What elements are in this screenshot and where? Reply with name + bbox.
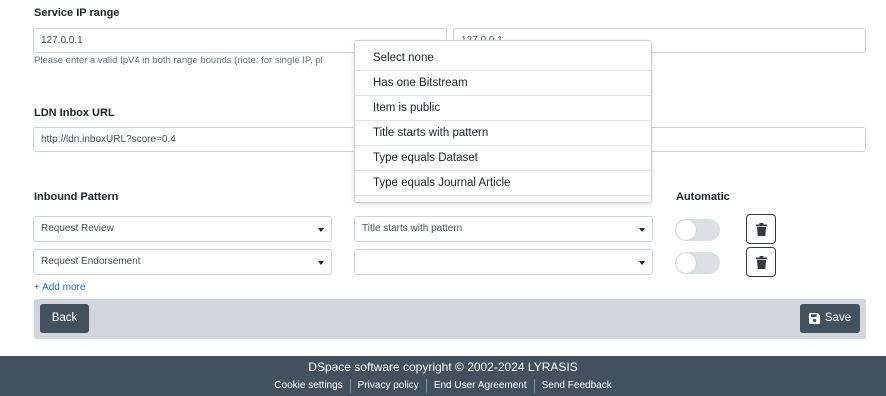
toggle-knob bbox=[676, 253, 696, 273]
dropdown-option-item-is-public[interactable]: Item is public bbox=[355, 96, 651, 121]
automatic-toggle-2[interactable] bbox=[675, 252, 720, 274]
delete-row-button-2[interactable] bbox=[746, 247, 776, 277]
automatic-toggle-1[interactable] bbox=[675, 219, 720, 241]
dropdown-option-select-none[interactable]: Select none bbox=[355, 46, 651, 71]
pattern-select-1-value: Request Review bbox=[41, 223, 114, 234]
ldn-inbox-label: LDN Inbox URL bbox=[34, 107, 115, 119]
save-label: Save bbox=[824, 312, 852, 324]
constraint-select-2[interactable] bbox=[354, 249, 653, 275]
caret-down-icon bbox=[318, 261, 324, 265]
trash-icon bbox=[755, 255, 767, 269]
footer-link-privacy-policy[interactable]: Privacy policy bbox=[349, 379, 426, 393]
dropdown-option-title-starts-with-pattern[interactable]: Title starts with pattern bbox=[355, 121, 651, 146]
ip-hint: Please enter a valid IpV4 in both range … bbox=[34, 55, 323, 66]
dropdown-option-has-one-bitstream[interactable]: Has one Bitstream bbox=[355, 71, 651, 96]
footer-copyright: DSpace software copyright © 2002-2024 LY… bbox=[308, 360, 578, 374]
inbound-pattern-label: Inbound Pattern bbox=[34, 191, 119, 203]
dropdown-option-type-equals-dataset[interactable]: Type equals Dataset bbox=[355, 146, 651, 171]
pattern-select-2[interactable]: Request Endorsement bbox=[33, 249, 332, 275]
add-more-link[interactable]: + Add more bbox=[34, 282, 85, 293]
caret-down-icon bbox=[639, 261, 645, 265]
toggle-knob bbox=[676, 220, 696, 240]
back-button[interactable]: Back bbox=[40, 304, 89, 333]
caret-down-icon bbox=[318, 228, 324, 232]
form-action-bar: Back Save bbox=[34, 299, 866, 339]
pattern-select-2-value: Request Endorsement bbox=[41, 256, 141, 267]
footer-link-end-user-agreement[interactable]: End User Agreement bbox=[425, 379, 534, 393]
automatic-label: Automatic bbox=[676, 191, 730, 203]
constraint-select-1-value: Title starts with pattern bbox=[362, 223, 463, 234]
caret-down-icon bbox=[639, 228, 645, 232]
dropdown-option-type-equals-journal-article[interactable]: Type equals Journal Article bbox=[355, 171, 651, 196]
pattern-select-1[interactable]: Request Review bbox=[33, 216, 332, 242]
footer: DSpace software copyright © 2002-2024 LY… bbox=[0, 356, 886, 396]
footer-link-cookie-settings[interactable]: Cookie settings bbox=[267, 379, 349, 393]
service-ip-label: Service IP range bbox=[34, 7, 120, 19]
footer-links: Cookie settings Privacy policy End User … bbox=[0, 379, 886, 393]
footer-link-send-feedback[interactable]: Send Feedback bbox=[533, 379, 619, 393]
save-button[interactable]: Save bbox=[800, 304, 860, 333]
save-icon bbox=[808, 313, 820, 324]
delete-row-button-1[interactable] bbox=[746, 214, 776, 244]
trash-icon bbox=[755, 222, 767, 236]
constraint-dropdown-menu: Select none Has one Bitstream Item is pu… bbox=[354, 40, 652, 203]
constraint-select-1[interactable]: Title starts with pattern bbox=[354, 216, 653, 242]
